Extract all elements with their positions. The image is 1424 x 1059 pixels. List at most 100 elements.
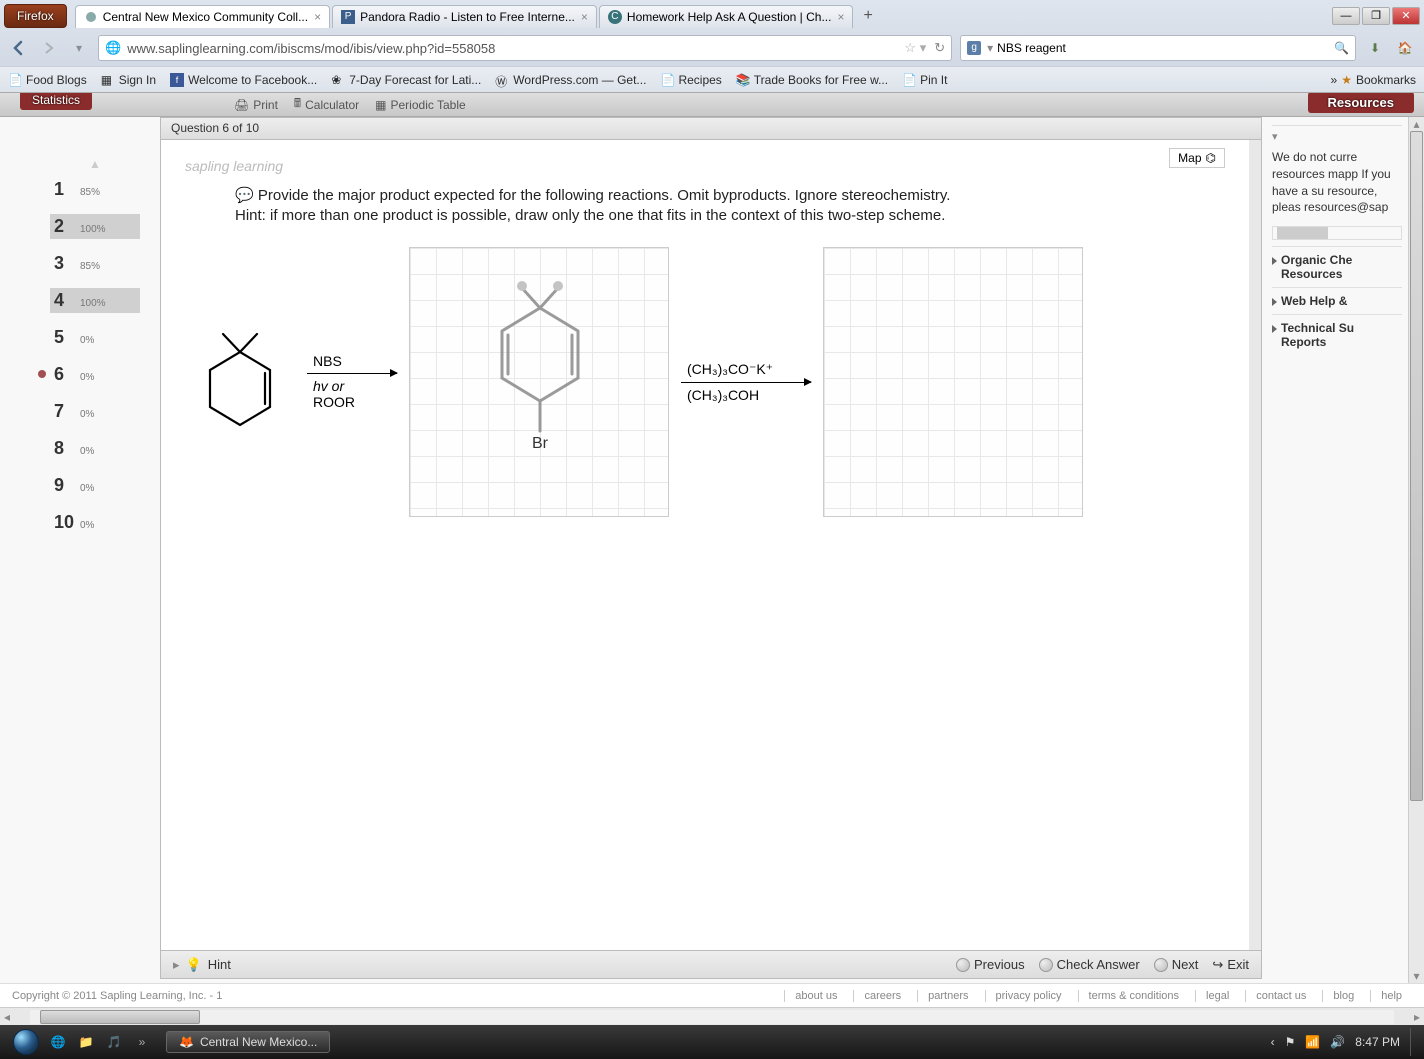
question-nav-item-4[interactable]: 4100% — [50, 288, 140, 313]
question-percent: 100% — [80, 224, 106, 235]
footer-link[interactable]: careers — [853, 990, 911, 1002]
reload-icon[interactable]: ↻ — [934, 40, 945, 56]
resources-button[interactable]: Resources — [1308, 93, 1414, 113]
next-button[interactable]: Next — [1154, 957, 1199, 972]
downloads-button[interactable]: ⬇ — [1364, 37, 1386, 59]
question-nav-item-8[interactable]: 80% — [50, 436, 140, 461]
footer-link[interactable]: blog — [1322, 990, 1364, 1002]
tab-3[interactable]: C Homework Help Ask A Question | Ch... × — [599, 5, 854, 28]
tab-3-close[interactable]: × — [837, 10, 844, 24]
show-desktop-button[interactable] — [1410, 1028, 1418, 1056]
resource-link-webhelp[interactable]: Web Help & — [1272, 287, 1402, 314]
resources-dropdown[interactable]: ▾ — [1272, 125, 1402, 143]
pin-icon: 📄 — [902, 73, 916, 87]
question-number: 8 — [54, 438, 80, 459]
footer-link[interactable]: privacy policy — [985, 990, 1072, 1002]
previous-button[interactable]: Previous — [956, 957, 1025, 972]
new-tab-button[interactable]: + — [855, 5, 880, 27]
question-nav-item-9[interactable]: 90% — [50, 473, 140, 498]
start-button[interactable] — [6, 1027, 46, 1057]
taskbar-app-firefox[interactable]: 🦊 Central New Mexico... — [166, 1031, 330, 1053]
question-nav-item-2[interactable]: 2100% — [50, 214, 140, 239]
resource-link-organic[interactable]: Organic Che Resources — [1272, 246, 1402, 287]
page-vscrollbar[interactable]: ▴ ▾ — [1408, 117, 1424, 983]
taskbar-media-icon[interactable]: 🎵 — [102, 1030, 126, 1054]
bookmark-food-blogs[interactable]: 📄Food Blogs — [8, 73, 87, 87]
search-go-icon[interactable]: 🔍 — [1334, 41, 1349, 55]
footer-link[interactable]: terms & conditions — [1078, 990, 1189, 1002]
starting-material — [185, 312, 295, 452]
footer-link[interactable]: contact us — [1245, 990, 1316, 1002]
taskbar-more-icon[interactable]: » — [130, 1030, 154, 1054]
periodic-table-button[interactable]: ▦ Periodic Table — [375, 98, 466, 112]
tray-volume-icon[interactable]: 🔊 — [1330, 1035, 1345, 1049]
resources-scrollbar[interactable] — [1272, 226, 1402, 240]
tab-1[interactable]: Central New Mexico Community Coll... × — [75, 5, 330, 28]
footer-link[interactable]: about us — [784, 990, 847, 1002]
close-window-button[interactable]: ✕ — [1392, 7, 1420, 25]
question-nav-item-5[interactable]: 50% — [50, 325, 140, 350]
question-nav-item-1[interactable]: 185% — [50, 177, 140, 202]
bookmark-forecast[interactable]: ❀7-Day Forecast for Lati... — [331, 73, 481, 87]
check-answer-button[interactable]: Check Answer — [1039, 957, 1140, 972]
search-engine-icon[interactable]: g — [967, 41, 981, 55]
sapling-logo: sapling learning — [185, 158, 1225, 174]
bookmark-star-icon[interactable]: ☆ ▾ — [904, 40, 926, 56]
arrow-icon — [681, 382, 811, 383]
footer-link[interactable]: help — [1370, 990, 1412, 1002]
history-button[interactable]: ▾ — [68, 37, 90, 59]
question-nav-item-7[interactable]: 70% — [50, 399, 140, 424]
question-number: 10 — [54, 512, 80, 533]
nav-toolbar: ▾ 🌐 www.saplinglearning.com/ibiscms/mod/… — [0, 30, 1424, 66]
browser-chrome: Firefox Central New Mexico Community Col… — [0, 0, 1424, 93]
question-nav-item-10[interactable]: 100% — [50, 510, 140, 535]
intermediate-draw-area[interactable]: Br — [409, 247, 669, 517]
bookmark-recipes[interactable]: 📄Recipes — [660, 73, 721, 87]
tab-1-close[interactable]: × — [314, 10, 321, 24]
tray-clock[interactable]: 8:47 PM — [1355, 1035, 1400, 1049]
hint-button[interactable]: Hint — [208, 957, 231, 972]
question-percent: 100% — [80, 298, 106, 309]
tab-2[interactable]: P Pandora Radio - Listen to Free Interne… — [332, 5, 597, 28]
page-hscrollbar[interactable]: ◂ ▸ — [0, 1007, 1424, 1025]
bookmark-facebook[interactable]: fWelcome to Facebook... — [170, 73, 317, 87]
question-panel: Question 6 of 10 Map ⌬ sapling learning … — [160, 117, 1262, 979]
search-bar[interactable]: g ▾ 🔍 — [960, 35, 1356, 61]
search-input[interactable] — [997, 41, 1330, 55]
bookmark-pin-it[interactable]: 📄Pin It — [902, 73, 947, 87]
tray-up-icon[interactable]: ‹ — [1271, 1035, 1275, 1049]
calculator-button[interactable]: 🖩 Calculator — [294, 94, 359, 115]
tab-strip: Firefox Central New Mexico Community Col… — [0, 0, 1424, 30]
product-draw-area[interactable] — [823, 247, 1083, 517]
bookmark-trade-books[interactable]: 📚Trade Books for Free w... — [736, 73, 888, 87]
triangle-icon — [1272, 325, 1277, 333]
firefox-menu-button[interactable]: Firefox — [4, 4, 67, 28]
footer-link[interactable]: partners — [917, 990, 978, 1002]
back-button[interactable] — [8, 37, 30, 59]
maximize-button[interactable]: ❐ — [1362, 7, 1390, 25]
bookmark-sign-in[interactable]: ▦Sign In — [101, 73, 156, 87]
question-percent: 0% — [80, 483, 94, 494]
print-button[interactable]: 🖨 Print — [234, 98, 278, 112]
taskbar-ie-icon[interactable]: 🌐 — [46, 1030, 70, 1054]
statistics-button[interactable]: Statistics — [20, 93, 92, 110]
footer-links: about us careers partners privacy policy ter… — [784, 990, 1412, 1002]
forward-button[interactable] — [38, 37, 60, 59]
resource-link-technical[interactable]: Technical Su Reports — [1272, 314, 1402, 355]
bookmarks-overflow[interactable]: » ★Bookmarks — [1331, 73, 1416, 87]
map-button[interactable]: Map ⌬ — [1169, 148, 1225, 168]
url-bar[interactable]: 🌐 www.saplinglearning.com/ibiscms/mod/ib… — [98, 35, 952, 61]
expand-icon[interactable]: ▸ — [173, 957, 180, 973]
nav-up-arrow[interactable]: ▲ — [50, 157, 140, 171]
exit-button[interactable]: ↪Exit — [1212, 957, 1249, 973]
footer-link[interactable]: legal — [1195, 990, 1239, 1002]
tab-2-close[interactable]: × — [581, 10, 588, 24]
tray-network-icon[interactable]: 📶 — [1305, 1035, 1320, 1049]
question-nav-item-3[interactable]: 385% — [50, 251, 140, 276]
taskbar-explorer-icon[interactable]: 📁 — [74, 1030, 98, 1054]
home-button[interactable]: 🏠 — [1394, 37, 1416, 59]
question-nav-item-6[interactable]: 60% — [50, 362, 140, 387]
minimize-button[interactable]: — — [1332, 7, 1360, 25]
bookmark-wordpress[interactable]: ⓌWordPress.com — Get... — [495, 73, 646, 87]
tray-flag-icon[interactable]: ⚑ — [1285, 1035, 1296, 1049]
